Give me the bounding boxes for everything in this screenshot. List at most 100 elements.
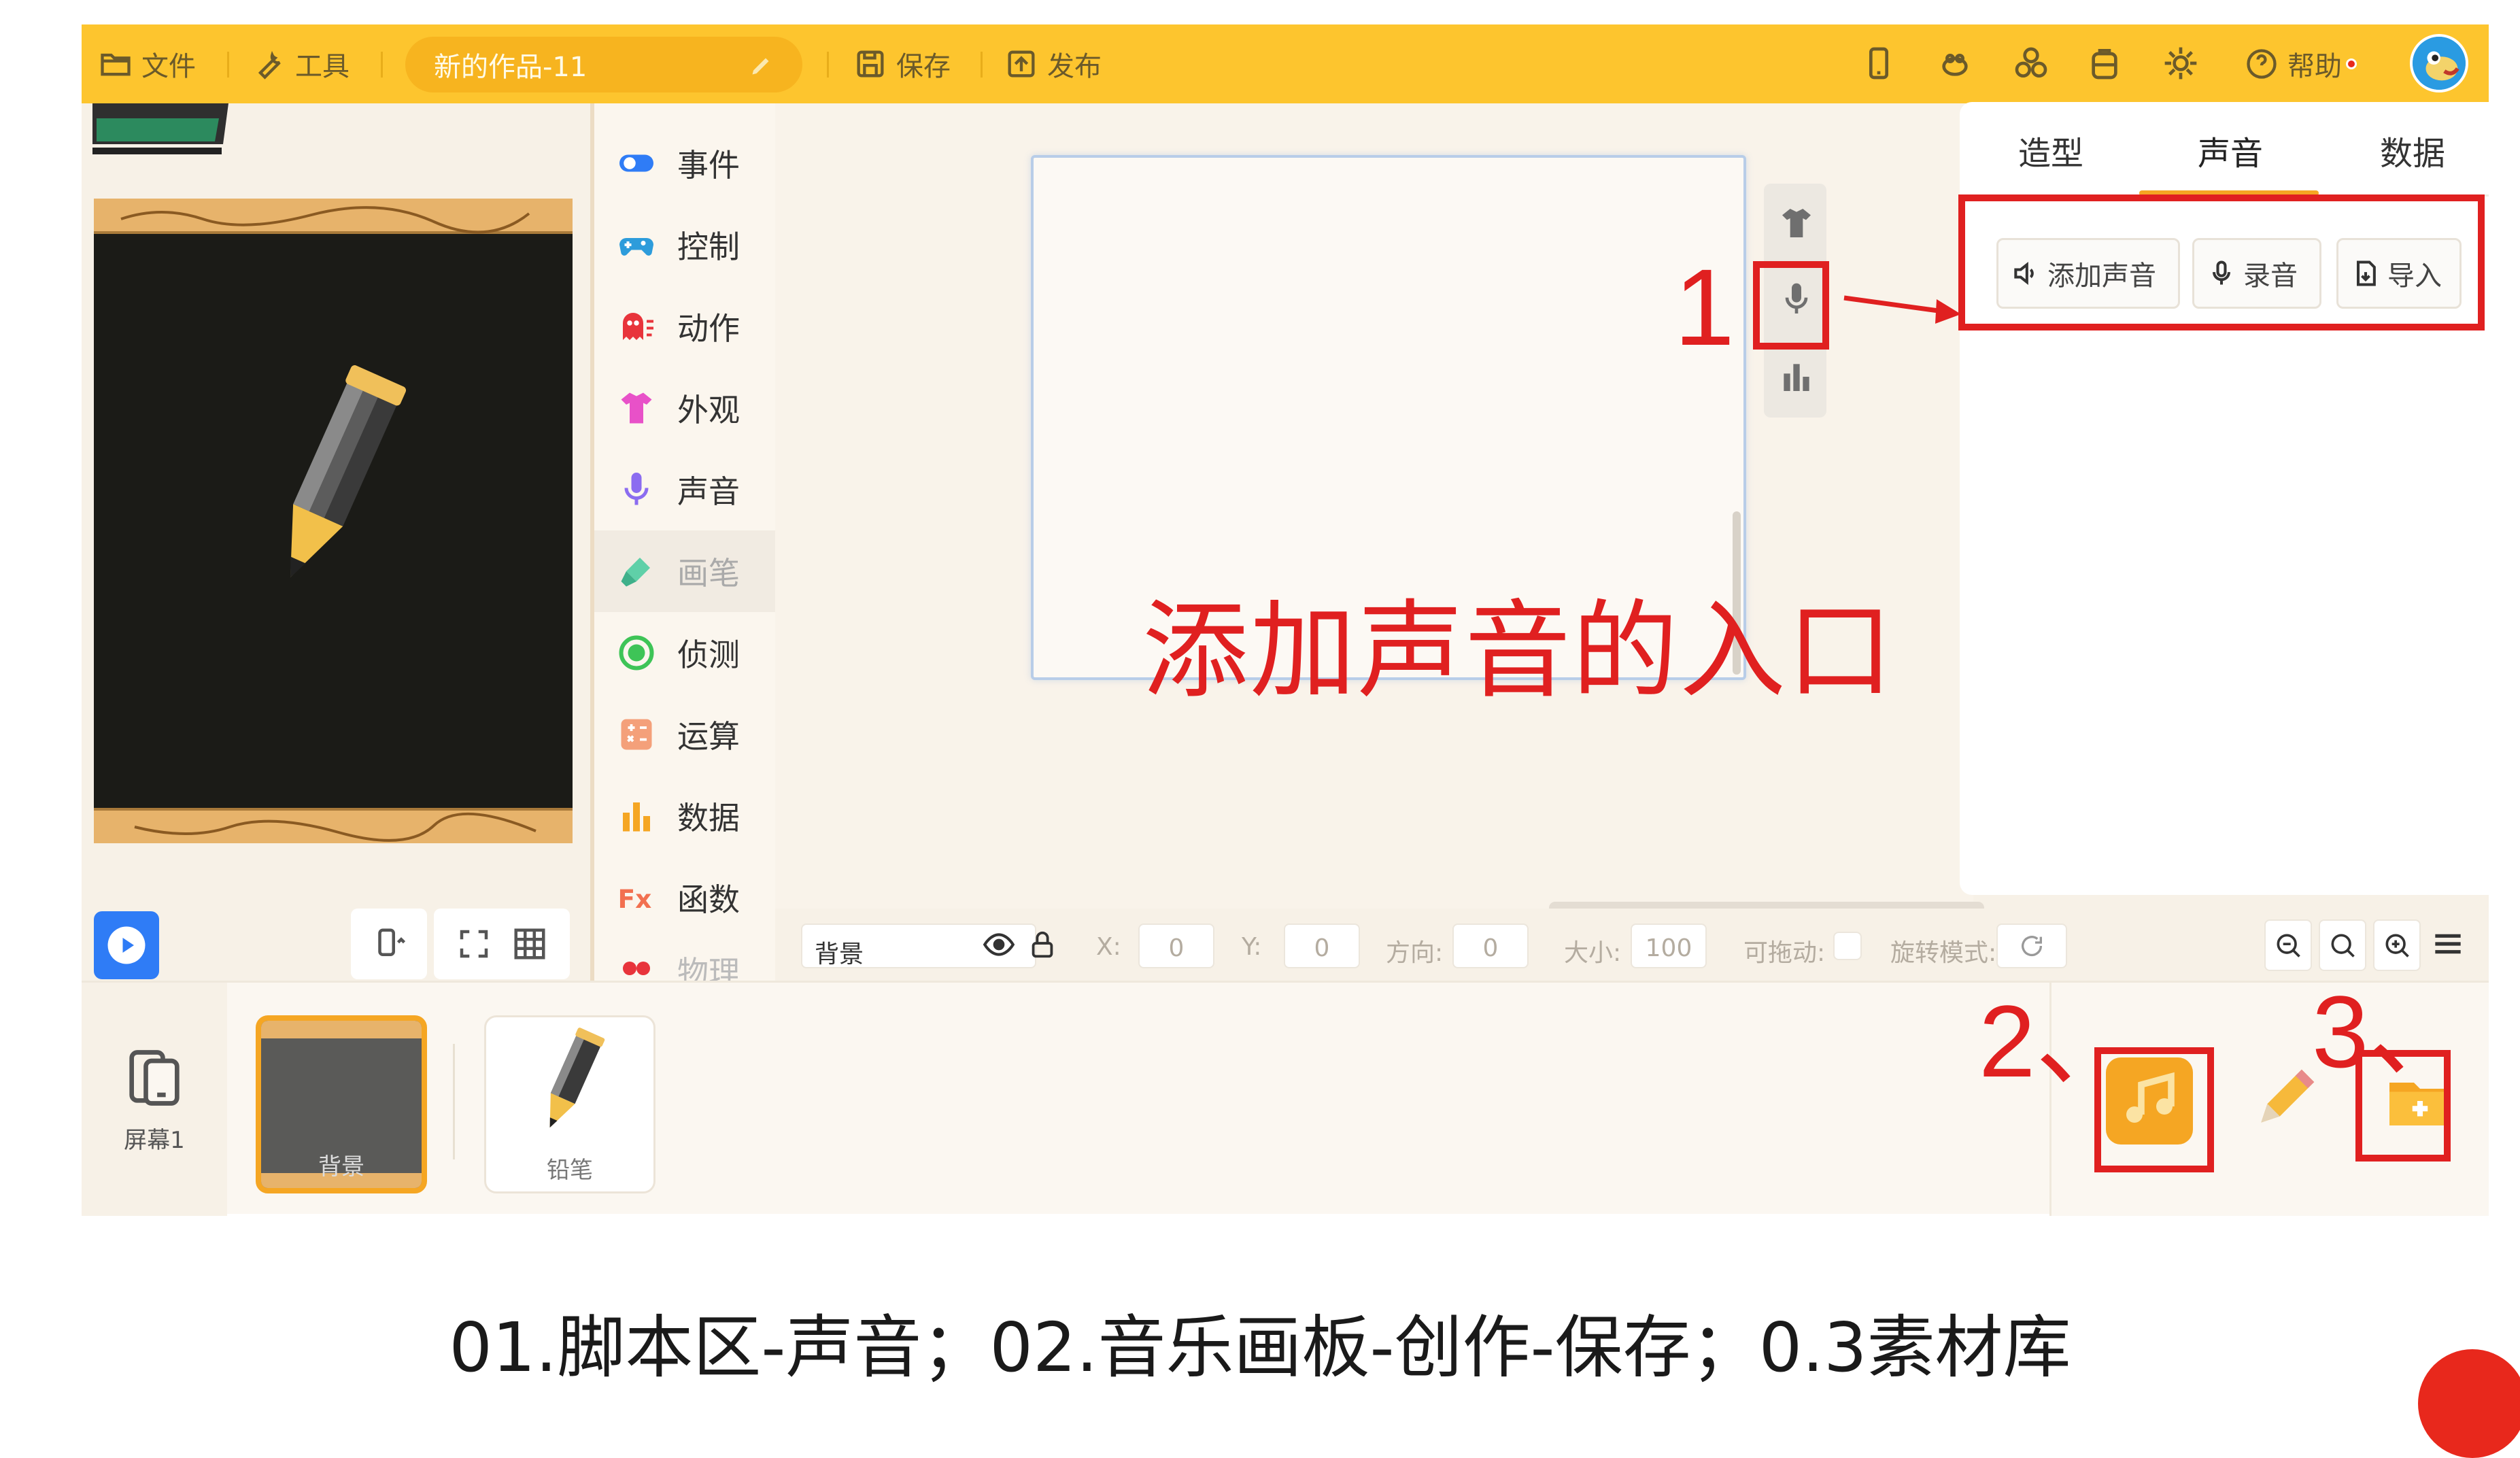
save-button[interactable]: 保存 bbox=[853, 42, 951, 86]
visibility-eye-icon[interactable] bbox=[982, 928, 1016, 962]
project-title-field[interactable]: 新的作品-11 bbox=[405, 37, 802, 92]
annotation-number-1: 1 bbox=[1674, 246, 1735, 368]
phone-rotate-icon bbox=[371, 926, 407, 962]
zoom-out-icon bbox=[2273, 930, 2303, 960]
direction-value: 0 bbox=[1482, 934, 1499, 962]
save-button-label: 保存 bbox=[896, 51, 951, 82]
tablet-icon bbox=[120, 1044, 188, 1112]
phone-icon bbox=[1860, 44, 1898, 82]
x-label: X: bbox=[1096, 933, 1121, 961]
category-label: 动作 bbox=[677, 310, 740, 347]
run-button[interactable] bbox=[94, 911, 159, 979]
annotation-arrow bbox=[1841, 284, 1964, 325]
svg-text:Fx: Fx bbox=[618, 884, 652, 914]
stage-view-controls bbox=[434, 909, 570, 979]
lock-icon[interactable] bbox=[1027, 928, 1058, 962]
help-label: 帮助 bbox=[2287, 51, 2342, 82]
y-input[interactable]: 0 bbox=[1284, 923, 1360, 968]
draggable-checkbox[interactable] bbox=[1833, 932, 1862, 960]
upload-icon bbox=[1004, 46, 1039, 82]
notification-dot bbox=[2346, 58, 2357, 69]
tab-data[interactable]: 数据 bbox=[2380, 126, 2445, 174]
category-functions[interactable]: Fx 函数 bbox=[594, 857, 775, 938]
bug-icon bbox=[1936, 44, 1974, 82]
backpack-button[interactable] bbox=[2082, 41, 2127, 86]
category-sensing[interactable]: 侦测 bbox=[594, 612, 775, 694]
tab-sounds[interactable]: 声音 bbox=[2198, 126, 2263, 174]
stage-canvas[interactable] bbox=[94, 199, 573, 808]
popup-caption: 添加声音的入口 bbox=[1142, 589, 1894, 713]
screen-selector[interactable]: 屏幕1 bbox=[82, 983, 227, 1216]
settings-button[interactable] bbox=[2158, 41, 2203, 86]
annotation-number-2: 2、 bbox=[1979, 984, 2138, 1098]
x-value: 0 bbox=[1168, 934, 1185, 962]
creature-button[interactable] bbox=[1932, 41, 1977, 86]
pencil-sprite-thumbnail bbox=[486, 1017, 653, 1153]
target-icon bbox=[616, 632, 657, 673]
direction-label: 方向: bbox=[1386, 939, 1444, 967]
category-label: 外观 bbox=[677, 392, 740, 428]
category-control[interactable]: 控制 bbox=[594, 204, 775, 286]
sprite-divider bbox=[453, 1044, 455, 1159]
annotation-box-sound-buttons bbox=[1958, 194, 2485, 330]
zoom-out-button[interactable] bbox=[2264, 919, 2312, 971]
draggable-label: 可拖动: bbox=[1743, 939, 1826, 967]
edit-pencil-icon bbox=[749, 53, 774, 78]
category-motion[interactable]: 动作 bbox=[594, 286, 775, 367]
save-icon bbox=[853, 46, 888, 82]
sprite-name: 铅笔 bbox=[547, 1157, 593, 1184]
category-label: 数据 bbox=[677, 800, 740, 836]
cubes-icon bbox=[2012, 44, 2050, 82]
physics-icon bbox=[616, 948, 657, 981]
category-label: 侦测 bbox=[677, 637, 740, 673]
grid-icon[interactable] bbox=[511, 926, 548, 962]
direction-input[interactable]: 0 bbox=[1452, 923, 1529, 968]
category-label: 函数 bbox=[677, 881, 740, 918]
brush-icon bbox=[616, 551, 657, 592]
calculator-icon bbox=[616, 714, 657, 755]
stage-frame-bottom bbox=[94, 808, 573, 843]
y-label: Y: bbox=[1242, 933, 1262, 961]
user-avatar[interactable] bbox=[2410, 34, 2468, 92]
category-label: 事件 bbox=[677, 147, 740, 184]
category-sound[interactable]: 声音 bbox=[594, 449, 775, 530]
stage-overflow-fragment bbox=[92, 103, 235, 165]
fullscreen-icon[interactable] bbox=[456, 926, 492, 962]
help-button[interactable]: 帮助 bbox=[2244, 42, 2357, 86]
mobile-device-button[interactable] bbox=[1856, 41, 1901, 86]
sprite-card-pencil[interactable]: 铅笔 bbox=[484, 1015, 655, 1193]
category-looks[interactable]: 外观 bbox=[594, 367, 775, 449]
category-operators[interactable]: 运算 bbox=[594, 694, 775, 775]
category-label: 物理 bbox=[677, 954, 740, 981]
gear-icon bbox=[2162, 44, 2200, 82]
y-value: 0 bbox=[1314, 934, 1330, 962]
extensions-button[interactable] bbox=[2009, 41, 2054, 86]
category-events[interactable]: 事件 bbox=[594, 122, 775, 204]
top-toolbar: 文件 工具 新的作品-11 保存 发布 帮助 bbox=[82, 24, 2489, 103]
x-input[interactable]: 0 bbox=[1138, 923, 1214, 968]
sprite-property-bar: 背景 X: 0 Y: 0 方向: 0 大小: 100 可拖动: 旋转模式: bbox=[775, 909, 2489, 981]
category-data[interactable]: 数据 bbox=[594, 775, 775, 857]
publish-button[interactable]: 发布 bbox=[1004, 42, 1102, 86]
shirt-icon bbox=[616, 388, 657, 428]
device-orientation-button[interactable] bbox=[351, 909, 427, 979]
tools-menu[interactable]: 工具 bbox=[252, 42, 350, 86]
block-category-list: 事件 控制 动作 外观 声音 画笔 侦测 运算 数据 Fx 函数 物理 bbox=[590, 103, 775, 981]
file-menu[interactable]: 文件 bbox=[98, 42, 196, 86]
tutorial-caption: 01.脚本区-声音；02.音乐画板-创作-保存；0.3素材库 bbox=[449, 1308, 2071, 1387]
project-title-text: 新的作品-11 bbox=[434, 52, 588, 83]
stage-frame-top bbox=[94, 199, 573, 234]
sprite-name-value: 背景 bbox=[815, 940, 864, 968]
size-label: 大小: bbox=[1564, 939, 1622, 967]
play-icon bbox=[104, 923, 149, 968]
category-pen[interactable]: 画笔 bbox=[594, 530, 775, 612]
tab-costumes[interactable]: 造型 bbox=[2018, 126, 2083, 174]
background-thumb-frame bbox=[261, 1021, 422, 1038]
category-label: 运算 bbox=[677, 718, 740, 755]
annotation-number-3: 3、 bbox=[2312, 974, 2471, 1089]
size-input[interactable]: 100 bbox=[1631, 923, 1707, 968]
sprite-card-background[interactable]: 背景 bbox=[256, 1015, 427, 1193]
category-physics[interactable]: 物理 bbox=[594, 938, 775, 981]
publish-button-label: 发布 bbox=[1047, 51, 1102, 82]
microphone-icon bbox=[616, 469, 657, 510]
